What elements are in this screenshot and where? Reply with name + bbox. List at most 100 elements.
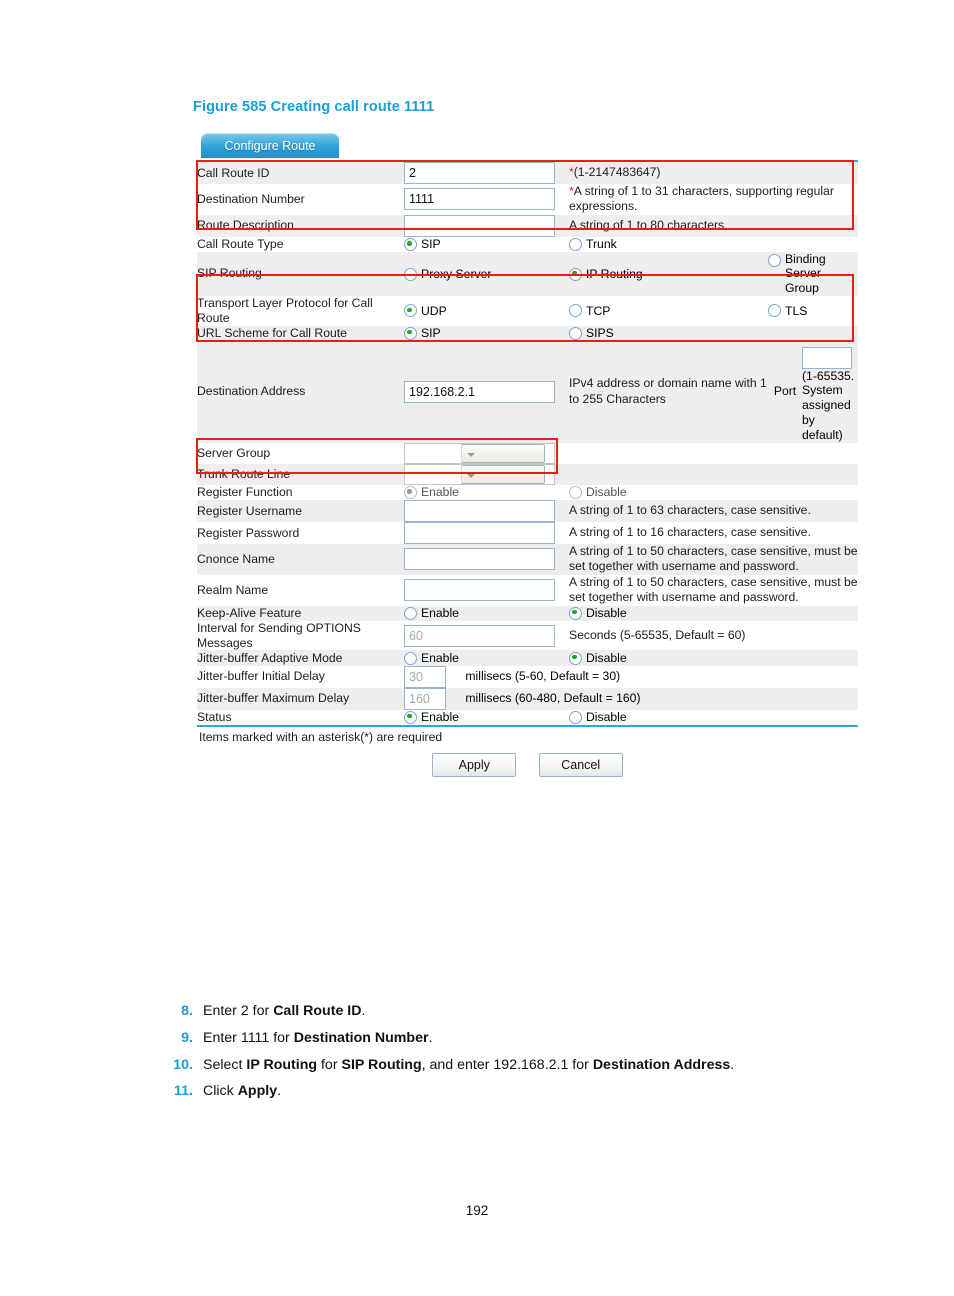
step-text-bold-3: Destination Address bbox=[592, 1056, 731, 1073]
radio-transport-tls[interactable]: TLS bbox=[768, 304, 807, 319]
step-number: 8. bbox=[181, 1003, 193, 1019]
label-register-function: Register Function bbox=[197, 484, 404, 501]
radio-off-icon bbox=[569, 326, 582, 340]
route-description-input[interactable] bbox=[404, 214, 555, 237]
options-interval-input[interactable] bbox=[404, 624, 555, 647]
radio-jitter-adaptive-disable[interactable]: Disable bbox=[569, 651, 627, 666]
radio-register-function-disable[interactable]: Disable bbox=[569, 485, 627, 500]
cell-register-function-enable: Enable bbox=[404, 484, 569, 501]
cell-transport-tls: TLS bbox=[768, 295, 858, 326]
cnonce-name-input[interactable] bbox=[404, 548, 555, 571]
radio-on-disabled-icon bbox=[404, 486, 417, 500]
radio-off-icon bbox=[404, 606, 417, 620]
hint-server-group bbox=[569, 442, 858, 464]
row-route-description: Route Description A string of 1 to 80 ch… bbox=[197, 214, 858, 237]
register-password-input[interactable] bbox=[404, 522, 555, 545]
radio-off-icon bbox=[404, 651, 417, 665]
cell-route-description bbox=[404, 214, 569, 237]
radio-keep-alive-disable[interactable]: Disable bbox=[569, 606, 627, 621]
register-username-input[interactable] bbox=[404, 500, 555, 523]
apply-button[interactable]: Apply bbox=[432, 752, 517, 777]
hint-cnonce-name: A string of 1 to 50 characters, case sen… bbox=[569, 544, 858, 575]
radio-url-scheme-sips[interactable]: SIPS bbox=[569, 326, 614, 341]
form-button-row: Apply Cancel bbox=[197, 744, 858, 777]
radio-label: Enable bbox=[421, 606, 459, 621]
radio-call-route-type-trunk[interactable]: Trunk bbox=[569, 237, 617, 252]
row-register-username: Register Username A string of 1 to 63 ch… bbox=[197, 500, 858, 523]
cancel-button[interactable]: Cancel bbox=[538, 752, 623, 777]
chevron-down-icon bbox=[461, 443, 545, 463]
label-status: Status bbox=[197, 709, 404, 725]
step-number: 9. bbox=[181, 1029, 193, 1046]
step-text-lead: Select bbox=[203, 1056, 247, 1073]
radio-label: Trunk bbox=[586, 237, 617, 252]
label-trunk-route-line: Trunk Route Line bbox=[197, 463, 404, 485]
radio-call-route-type-sip[interactable]: SIP bbox=[404, 237, 441, 252]
step-text: Click Apply. bbox=[203, 1083, 281, 1101]
radio-transport-udp[interactable]: UDP bbox=[404, 304, 447, 319]
cell-sip-routing-proxy: Proxy Server bbox=[404, 251, 569, 296]
label-port: Port bbox=[768, 340, 802, 443]
cell-port: (1-65535. System assigned by default) bbox=[802, 340, 858, 443]
cell-cnonce-name bbox=[404, 544, 569, 575]
radio-on-icon bbox=[404, 326, 417, 340]
radio-on-icon bbox=[569, 606, 582, 620]
radio-on-icon bbox=[569, 267, 582, 281]
row-call-route-type: Call Route Type SIP Trunk bbox=[197, 236, 858, 252]
hint-trunk-route-line bbox=[569, 463, 858, 485]
server-group-select[interactable] bbox=[404, 442, 555, 464]
port-input[interactable] bbox=[802, 346, 852, 369]
step-text-tail: . bbox=[730, 1056, 735, 1073]
label-options-interval: Interval for Sending OPTIONS Messages bbox=[197, 620, 404, 651]
jitter-initial-delay-input[interactable] bbox=[404, 665, 446, 688]
call-route-id-input[interactable] bbox=[404, 162, 555, 184]
step-text: Enter 1111 for Destination Number. bbox=[203, 1030, 432, 1048]
row-server-group: Server Group bbox=[197, 442, 858, 464]
radio-label: Disable bbox=[586, 709, 627, 724]
radio-sip-routing-ip-routing[interactable]: IP Routing bbox=[569, 267, 643, 282]
label-destination-address: Destination Address bbox=[197, 340, 404, 443]
radio-transport-tcp[interactable]: TCP bbox=[569, 304, 610, 319]
destination-address-input[interactable] bbox=[404, 380, 555, 403]
tab-configure-route[interactable]: Configure Route bbox=[201, 133, 339, 158]
radio-sip-routing-binding-server-group[interactable]: Binding Server Group bbox=[768, 252, 858, 296]
radio-jitter-adaptive-enable[interactable]: Enable bbox=[404, 651, 459, 666]
radio-url-scheme-sip[interactable]: SIP bbox=[404, 326, 441, 341]
step-10: 10. Select IP Routing for SIP Routing, a… bbox=[155, 1057, 875, 1075]
hint-call-route-id: *(1-2147483647) bbox=[569, 162, 858, 184]
radio-label: TLS bbox=[785, 303, 808, 318]
radio-status-enable[interactable]: Enable bbox=[404, 710, 459, 725]
label-transport-layer-protocol: Transport Layer Protocol for Call Route bbox=[197, 295, 404, 326]
radio-on-icon bbox=[404, 238, 417, 252]
jitter-maximum-delay-input[interactable] bbox=[404, 687, 446, 710]
realm-name-input[interactable] bbox=[404, 579, 555, 602]
destination-number-input[interactable] bbox=[404, 188, 555, 211]
trunk-route-line-select[interactable] bbox=[404, 463, 555, 485]
step-text-tail: . bbox=[277, 1083, 282, 1100]
step-text-lead: Enter 1111 for bbox=[203, 1029, 294, 1046]
label-register-username: Register Username bbox=[197, 500, 404, 523]
row-jitter-maximum-delay: Jitter-buffer Maximum Delay millisecs (6… bbox=[197, 687, 858, 710]
radio-off-icon bbox=[768, 253, 781, 267]
hint-jitter-initial-delay: millisecs (5-60, Default = 30) bbox=[465, 668, 621, 683]
radio-keep-alive-enable[interactable]: Enable bbox=[404, 606, 459, 621]
hint-jitter-maximum-delay: millisecs (60-480, Default = 160) bbox=[465, 690, 641, 705]
row-jitter-initial-delay: Jitter-buffer Initial Delay millisecs (5… bbox=[197, 665, 858, 688]
step-text-tail: . bbox=[428, 1029, 433, 1046]
cell-register-username bbox=[404, 500, 569, 523]
cell-destination-number bbox=[404, 184, 569, 215]
radio-status-disable[interactable]: Disable bbox=[569, 710, 627, 725]
radio-sip-routing-proxy-server[interactable]: Proxy Server bbox=[404, 267, 491, 282]
row-sip-routing: SIP Routing Proxy Server IP Routing Bind… bbox=[197, 251, 858, 296]
step-text-lead: Click bbox=[203, 1083, 238, 1100]
radio-register-function-enable[interactable]: Enable bbox=[404, 485, 459, 500]
cell-register-function-disable: Disable bbox=[569, 484, 858, 501]
cell-sip-routing-binding: Binding Server Group bbox=[768, 251, 858, 296]
label-jitter-maximum-delay: Jitter-buffer Maximum Delay bbox=[197, 687, 404, 710]
cell-call-route-id bbox=[404, 162, 569, 184]
radio-label: UDP bbox=[421, 303, 447, 318]
step-text-mid: for bbox=[317, 1056, 342, 1073]
cell-jitter-adaptive-enable: Enable bbox=[404, 650, 569, 666]
row-register-function: Register Function Enable Disable bbox=[197, 484, 858, 501]
row-trunk-route-line: Trunk Route Line bbox=[197, 463, 858, 485]
